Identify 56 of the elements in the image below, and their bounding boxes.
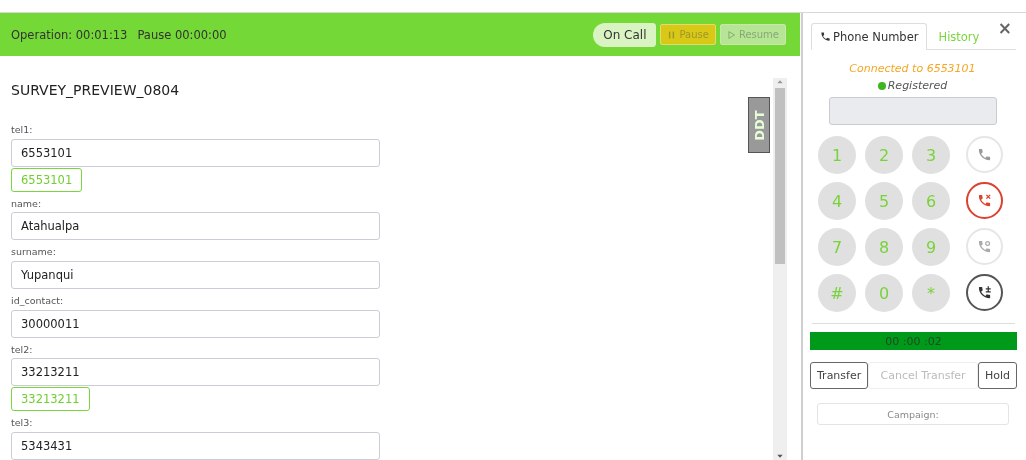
input-field[interactable]: 5343431 (11, 431, 380, 460)
dial-key[interactable]: 5 (865, 182, 903, 220)
survey-title: SURVEY_PREVIEW_0804 (11, 81, 181, 99)
operation-timer: Operation: 00:01:13 (11, 27, 128, 42)
add-call-button[interactable] (966, 274, 1003, 311)
call-status-badge: On Call (593, 22, 657, 47)
phone-icon (820, 31, 831, 42)
field-label: tel1: (11, 123, 34, 137)
play-icon (726, 29, 736, 40)
number-field[interactable] (828, 97, 997, 125)
scroll-down-icon (776, 452, 784, 460)
hang-up-button[interactable] (966, 182, 1003, 219)
input-field[interactable]: 33213211 (11, 358, 380, 387)
call-timer-bar: 00 :00 :02 (810, 332, 1017, 350)
input-field[interactable]: 6553101 (11, 138, 380, 167)
connection-status: Connected to 6553101 (848, 62, 977, 75)
dial-key[interactable]: 1 (818, 136, 856, 174)
transfer-button[interactable]: Transfer (810, 362, 869, 389)
dial-key[interactable]: 9 (912, 228, 950, 266)
registration-status: Registered (887, 79, 948, 92)
logo-badge: DDT (748, 97, 770, 153)
pause-icon (667, 29, 677, 40)
field-label: tel3: (11, 416, 34, 430)
field-label: surname: (11, 245, 57, 259)
tab[interactable]: History (927, 23, 991, 50)
field-label: id_contact: (11, 294, 65, 308)
hold-button[interactable]: Hold (977, 362, 1017, 389)
transfer-call-button[interactable] (966, 228, 1003, 265)
dial-key[interactable]: # (818, 274, 856, 312)
close-button[interactable]: × (993, 18, 1016, 38)
dial-key[interactable]: 2 (865, 136, 903, 174)
phone-number-link[interactable]: 6553101 (11, 167, 83, 192)
dial-key[interactable]: 6 (912, 182, 950, 220)
phone-icon (977, 147, 992, 162)
field-label: tel2: (11, 342, 34, 357)
pause-timer: Pause 00:00:00 (137, 27, 227, 42)
dial-key[interactable]: 3 (912, 136, 950, 174)
campaign-field[interactable]: Campaign: (817, 403, 1009, 425)
phone-icon (977, 285, 992, 300)
phone-number-link[interactable]: 33213211 (11, 387, 90, 412)
scrollbar[interactable] (773, 78, 787, 460)
input-field[interactable]: Yupanqui (11, 261, 380, 289)
phone-icon (977, 239, 992, 254)
tab[interactable]: Phone Number (811, 23, 928, 50)
dial-key[interactable]: 7 (818, 228, 856, 266)
input-field[interactable]: 30000011 (11, 309, 380, 338)
dial-key[interactable]: 4 (818, 182, 856, 220)
phone-icon (977, 193, 992, 208)
input-field[interactable]: Atahualpa (11, 212, 380, 241)
scroll-up-icon (776, 78, 784, 86)
dial-key[interactable]: 8 (865, 228, 903, 266)
call-button[interactable] (966, 136, 1003, 173)
dial-key[interactable]: * (912, 274, 950, 312)
scrollbar-thumb[interactable] (775, 88, 785, 264)
dial-key[interactable]: 0 (865, 274, 903, 312)
field-label: name: (11, 196, 43, 211)
